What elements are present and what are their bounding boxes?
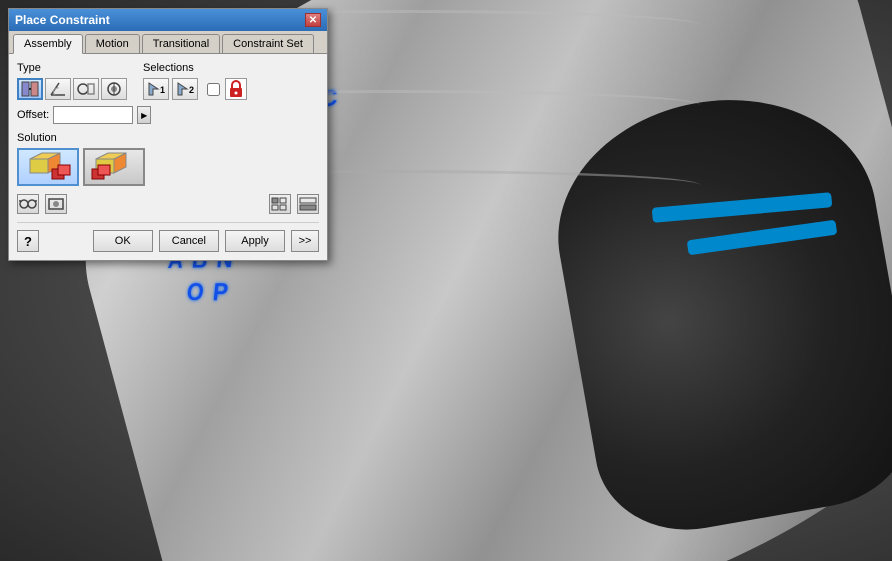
more-button[interactable]: >>	[291, 230, 319, 252]
type-label: Type	[17, 62, 127, 74]
svg-text:2: 2	[189, 85, 194, 95]
tab-assembly[interactable]: Assembly	[13, 34, 83, 54]
lock-icon	[228, 80, 244, 98]
offset-input[interactable]	[53, 106, 133, 124]
type-mate-button[interactable]	[17, 78, 43, 100]
tangent-icon	[77, 81, 95, 97]
offset-label: Offset:	[17, 109, 49, 121]
isolate-icon	[47, 197, 65, 211]
solution-section: Solution	[17, 132, 319, 186]
dialog-content: Type	[9, 54, 327, 260]
glasses-button[interactable]	[17, 194, 39, 214]
angle-icon	[49, 81, 67, 97]
tabs-bar: Assembly Motion Transitional Constraint …	[9, 31, 327, 54]
type-section: Type	[17, 62, 127, 100]
type-selections-row: Type	[17, 62, 319, 100]
isolate-button[interactable]	[45, 194, 67, 214]
selections-controls: 1 2	[143, 78, 247, 100]
bottom-controls	[17, 194, 319, 214]
grid2-icon	[299, 197, 317, 211]
solution-2-button[interactable]	[83, 148, 145, 186]
solution-icons	[17, 148, 319, 186]
place-constraint-dialog: Place Constraint ✕ Assembly Motion Trans…	[8, 8, 328, 261]
glasses-icon	[19, 197, 37, 211]
tab-motion[interactable]: Motion	[85, 34, 140, 53]
selection-1-button[interactable]: 1	[143, 78, 169, 100]
dialog-close-button[interactable]: ✕	[305, 13, 321, 27]
lock-button[interactable]	[225, 78, 247, 100]
svg-text:1: 1	[160, 85, 165, 95]
selections-section: Selections 1 2	[143, 62, 247, 100]
tab-constraint-set[interactable]: Constraint Set	[222, 34, 314, 53]
mate-icon	[21, 81, 39, 97]
apply-button[interactable]: Apply	[225, 230, 285, 252]
type-icon-group	[17, 78, 127, 100]
solution-1-button[interactable]	[17, 148, 79, 186]
grid2-button[interactable]	[297, 194, 319, 214]
buttons-row: ? OK Cancel Apply >>	[17, 222, 319, 252]
ok-button[interactable]: OK	[93, 230, 153, 252]
type-insert-button[interactable]	[101, 78, 127, 100]
sel1-icon: 1	[146, 80, 166, 98]
solution-label: Solution	[17, 132, 319, 144]
sel2-icon: 2	[175, 80, 195, 98]
offset-arrow-button[interactable]: ▶	[137, 106, 151, 124]
type-tangent-button[interactable]	[73, 78, 99, 100]
grid-icon	[271, 197, 289, 211]
help-button[interactable]: ?	[17, 230, 39, 252]
cancel-button[interactable]: Cancel	[159, 230, 219, 252]
grid-button[interactable]	[269, 194, 291, 214]
selection-2-button[interactable]: 2	[172, 78, 198, 100]
dialog-title: Place Constraint	[15, 13, 110, 27]
insert-icon	[105, 81, 123, 97]
tab-transitional[interactable]: Transitional	[142, 34, 220, 53]
solution2-icon	[88, 151, 140, 183]
selections-checkbox[interactable]	[207, 83, 220, 96]
type-angle-button[interactable]	[45, 78, 71, 100]
solution1-icon	[22, 151, 74, 183]
offset-section: Offset: ▶	[17, 106, 319, 124]
dialog-titlebar: Place Constraint ✕	[9, 9, 327, 31]
selections-label: Selections	[143, 62, 247, 74]
checkbox-area	[207, 83, 220, 96]
